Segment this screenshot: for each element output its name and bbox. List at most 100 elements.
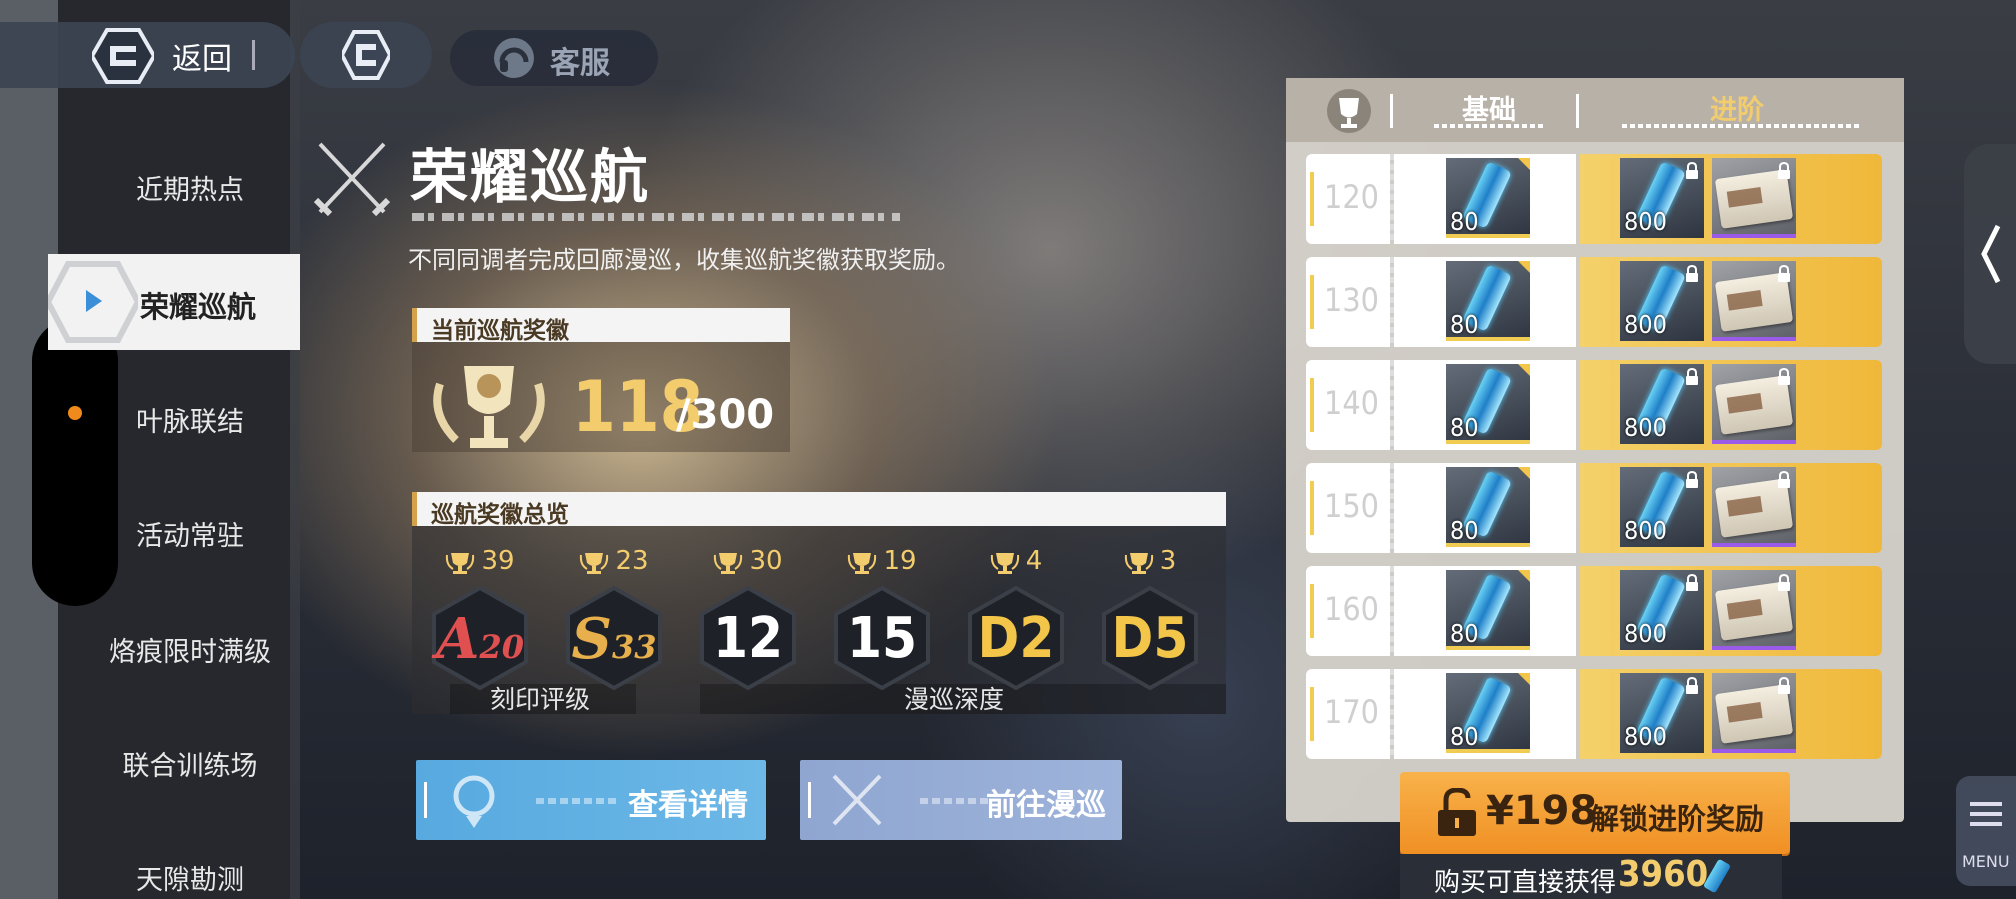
overview-count: 39 bbox=[420, 546, 540, 576]
advanced-reward-item[interactable]: 800 bbox=[1620, 570, 1704, 650]
overview-badge-text: S33 bbox=[566, 606, 662, 672]
back-label: 返回 bbox=[172, 42, 232, 77]
page-title: 荣耀巡航 bbox=[410, 143, 651, 211]
overview-badge: 12 bbox=[700, 586, 796, 690]
active-arrow-icon bbox=[86, 290, 102, 312]
reward-row: 160 80 800 bbox=[1306, 566, 1882, 656]
go-cruise-label: 前往漫巡 bbox=[986, 788, 1106, 823]
nav-item-training[interactable]: 联合训练场 bbox=[90, 744, 290, 783]
trophy-icon bbox=[1327, 89, 1371, 133]
header-dash bbox=[1434, 124, 1546, 128]
advanced-reward-box-item[interactable] bbox=[1712, 570, 1796, 650]
overview-badge-text: 15 bbox=[834, 606, 930, 671]
level-bar bbox=[1310, 584, 1314, 638]
overview-header-label: 巡航奖徽总览 bbox=[431, 502, 569, 528]
reward-row: 140 80 800 bbox=[1306, 360, 1882, 450]
view-details-label: 查看详情 bbox=[628, 788, 748, 823]
basic-reward-item[interactable]: 80 bbox=[1446, 158, 1530, 238]
rarity-bar bbox=[1712, 234, 1796, 238]
overview-badge-text: A20 bbox=[432, 606, 528, 672]
button-dash bbox=[536, 798, 616, 804]
basic-reward-cell: 80 bbox=[1394, 669, 1576, 759]
advanced-reward-item[interactable]: 800 bbox=[1620, 261, 1704, 341]
lock-icon bbox=[1778, 471, 1790, 488]
rarity-bar bbox=[1712, 440, 1796, 444]
overview-badge-value: S bbox=[571, 606, 612, 672]
overview-count-value: 39 bbox=[481, 546, 515, 576]
advanced-reward-cell: 800 bbox=[1580, 257, 1882, 347]
side-panel-toggle[interactable] bbox=[1964, 144, 2016, 364]
game-switch-button[interactable] bbox=[300, 22, 432, 88]
nav-item-leaf-link[interactable]: 叶脉联结 bbox=[90, 400, 290, 439]
advanced-reward-cell: 800 bbox=[1580, 463, 1882, 553]
level-bar bbox=[1310, 481, 1314, 535]
notification-dot bbox=[68, 406, 82, 420]
rarity-corner bbox=[1518, 364, 1530, 376]
basic-reward-item[interactable]: 80 bbox=[1446, 467, 1530, 547]
overview-count: 30 bbox=[688, 546, 808, 576]
advanced-reward-cell: 800 bbox=[1580, 154, 1882, 244]
overview-badge-value: D5 bbox=[1111, 606, 1189, 671]
rarity-bar bbox=[1712, 337, 1796, 341]
overview-badge: 15 bbox=[834, 586, 930, 690]
button-dash bbox=[920, 798, 990, 804]
basic-reward-item[interactable]: 80 bbox=[1446, 673, 1530, 753]
page-subtitle: 不同同调者完成回廊漫巡，收集巡航奖徽获取奖励。 bbox=[408, 246, 960, 274]
overview-header: 巡航奖徽总览 bbox=[412, 492, 1226, 528]
advanced-reward-box-item[interactable] bbox=[1712, 673, 1796, 753]
nav-item-rift-survey[interactable]: 天隙勘测 bbox=[90, 858, 290, 897]
lock-icon bbox=[1686, 162, 1698, 179]
view-details-button[interactable]: 查看详情 bbox=[416, 760, 766, 840]
overview-badge-value: 15 bbox=[846, 606, 918, 671]
lock-icon bbox=[1778, 677, 1790, 694]
level-bar bbox=[1310, 172, 1314, 226]
lock-icon bbox=[1686, 368, 1698, 385]
customer-service-label: 客服 bbox=[550, 46, 610, 81]
overview-count: 4 bbox=[956, 546, 1076, 576]
lock-icon bbox=[1686, 574, 1698, 591]
lock-icon bbox=[1778, 162, 1790, 179]
current-badge-header: 当前巡航奖徽 bbox=[412, 308, 790, 344]
unlock-advanced-button[interactable]: ¥198 解锁进阶奖励 bbox=[1400, 772, 1790, 854]
advanced-reward-box-item[interactable] bbox=[1712, 364, 1796, 444]
level-cell: 170 bbox=[1306, 669, 1390, 759]
nav-item-hot[interactable]: 近期热点 bbox=[90, 168, 290, 207]
basic-reward-item[interactable]: 80 bbox=[1446, 364, 1530, 444]
advanced-reward-item[interactable]: 800 bbox=[1620, 673, 1704, 753]
unlock-icon bbox=[1438, 788, 1476, 836]
menu-icon bbox=[1970, 802, 2002, 832]
advanced-reward-item[interactable]: 800 bbox=[1620, 364, 1704, 444]
overview-count: 19 bbox=[822, 546, 942, 576]
advanced-reward-item[interactable]: 800 bbox=[1620, 158, 1704, 238]
nav-item-permanent[interactable]: 活动常驻 bbox=[90, 514, 290, 553]
reward-row: 120 80 800 bbox=[1306, 154, 1882, 244]
overview-count-value: 4 bbox=[1025, 546, 1043, 576]
basic-reward-item[interactable]: 80 bbox=[1446, 570, 1530, 650]
advanced-reward-box-item[interactable] bbox=[1712, 261, 1796, 341]
overview-badge-value: A bbox=[436, 606, 480, 672]
nav-item-imprint-max[interactable]: 烙痕限时满级 bbox=[90, 630, 290, 669]
button-bar bbox=[808, 782, 811, 818]
overview-label-grade: 刻印评级 bbox=[490, 685, 591, 714]
advanced-reward-item[interactable]: 800 bbox=[1620, 467, 1704, 547]
overview-badge: D5 bbox=[1102, 586, 1198, 690]
level-bar bbox=[1310, 687, 1314, 741]
level-bar bbox=[1310, 275, 1314, 329]
trophy-icon bbox=[714, 552, 743, 574]
menu-button[interactable]: MENU bbox=[1956, 776, 2016, 886]
level-cell: 140 bbox=[1306, 360, 1390, 450]
advanced-reward-box-item[interactable] bbox=[1712, 467, 1796, 547]
reward-row: 170 80 800 bbox=[1306, 669, 1882, 759]
overview-badge-value: 12 bbox=[712, 606, 784, 671]
overview-badge-sub: 20 bbox=[479, 628, 524, 666]
rarity-bar bbox=[1712, 749, 1796, 753]
button-bar bbox=[424, 782, 427, 818]
divider bbox=[252, 40, 255, 70]
advanced-reward-box-item[interactable] bbox=[1712, 158, 1796, 238]
level-value: 150 bbox=[1324, 487, 1379, 525]
lock-icon bbox=[1686, 265, 1698, 282]
go-cruise-button[interactable]: 前往漫巡 bbox=[800, 760, 1122, 840]
rarity-bar bbox=[1712, 543, 1796, 547]
rarity-corner bbox=[1518, 261, 1530, 273]
basic-reward-item[interactable]: 80 bbox=[1446, 261, 1530, 341]
